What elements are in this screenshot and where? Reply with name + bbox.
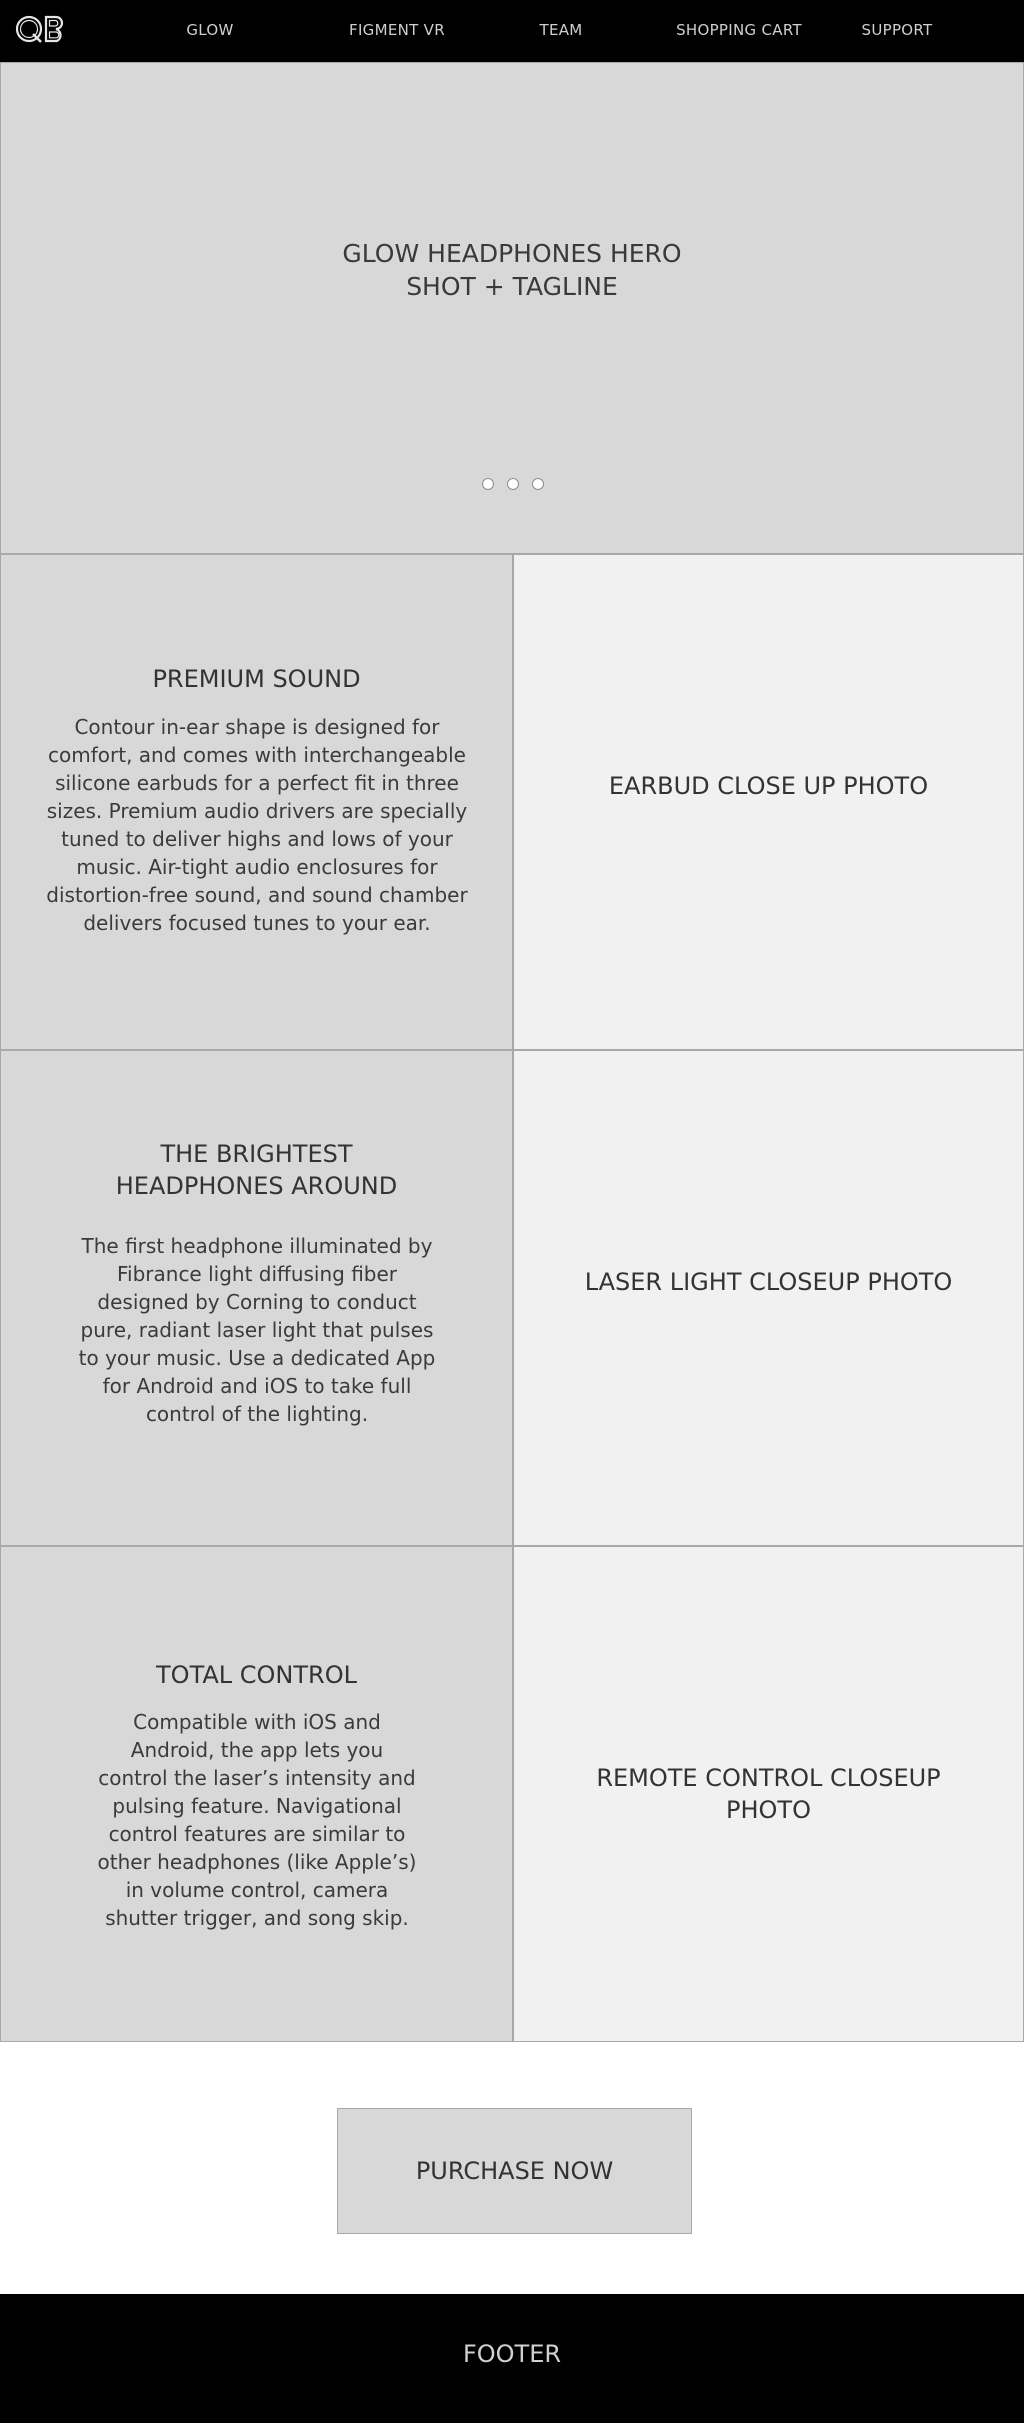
photo-placeholder-remote-control: REMOTE CONTROL CLOSEUP PHOTO — [513, 1546, 1024, 2042]
hero-line-1: GLOW HEADPHONES HERO — [342, 239, 682, 268]
feature-title: THE BRIGHTEST HEADPHONES AROUND — [1, 1138, 512, 1202]
photo-placeholder-laser-light: LASER LIGHT CLOSEUP PHOTO — [513, 1050, 1024, 1546]
hero-banner: GLOW HEADPHONES HERO SHOT + TAGLINE — [0, 62, 1024, 554]
photo-placeholder-label: REMOTE CONTROL CLOSEUP PHOTO — [514, 1762, 1023, 1826]
qb-logo[interactable] — [14, 12, 68, 48]
feature-text-cell: PREMIUM SOUND Contour in-ear shape is de… — [0, 554, 513, 1050]
purchase-now-button[interactable]: PURCHASE NOW — [337, 2108, 692, 2234]
photo-label-line: LASER LIGHT CLOSEUP PHOTO — [584, 1268, 953, 1296]
feature-title: TOTAL CONTROL — [1, 1659, 512, 1691]
footer-label: FOOTER — [462, 2340, 562, 2368]
feature-description: The first headphone illuminated by Fibra… — [78, 1234, 436, 1426]
feature-title-line: THE BRIGHTEST — [160, 1140, 353, 1168]
carousel-dot-2[interactable] — [507, 478, 519, 490]
nav-item-shopping-cart[interactable]: SHOPPING CART — [676, 0, 802, 62]
feature-title: PREMIUM SOUND — [1, 663, 512, 695]
nav-item-team[interactable]: TEAM — [539, 0, 582, 62]
footer: FOOTER — [0, 2294, 1024, 2423]
hero-line-2: SHOT + TAGLINE — [406, 272, 618, 301]
feature-title-line: PREMIUM SOUND — [152, 665, 361, 693]
photo-label-line: REMOTE CONTROL CLOSEUP — [596, 1764, 941, 1792]
photo-placeholder-label: EARBUD CLOSE UP PHOTO — [514, 770, 1023, 802]
photo-label-line: EARBUD CLOSE UP PHOTO — [608, 772, 929, 800]
hero-placeholder-text: GLOW HEADPHONES HERO SHOT + TAGLINE — [1, 237, 1023, 303]
feature-row-brightest: THE BRIGHTEST HEADPHONES AROUND The firs… — [0, 1050, 1024, 1546]
nav-item-figment-vr[interactable]: FIGMENT VR — [349, 0, 445, 62]
feature-text-cell: THE BRIGHTEST HEADPHONES AROUND The firs… — [0, 1050, 513, 1546]
carousel-dots — [482, 478, 544, 490]
feature-text-cell: TOTAL CONTROL Compatible with iOS and An… — [0, 1546, 513, 2042]
photo-placeholder-label: LASER LIGHT CLOSEUP PHOTO — [514, 1266, 1023, 1298]
feature-description: Compatible with iOS and Android, the app… — [97, 1710, 417, 1930]
feature-title-line: HEADPHONES AROUND — [115, 1172, 398, 1200]
top-nav: GLOW FIGMENT VR TEAM SHOPPING CART SUPPO… — [0, 0, 1024, 62]
photo-placeholder-earbud: EARBUD CLOSE UP PHOTO — [513, 554, 1024, 1050]
carousel-dot-3[interactable] — [532, 478, 544, 490]
feature-row-total-control: TOTAL CONTROL Compatible with iOS and An… — [0, 1546, 1024, 2042]
feature-description: Contour in-ear shape is designed for com… — [46, 715, 468, 935]
qb-logo-mark — [15, 15, 64, 43]
nav-item-support[interactable]: SUPPORT — [862, 0, 933, 62]
feature-title-line: TOTAL CONTROL — [156, 1661, 357, 1689]
feature-row-premium-sound: PREMIUM SOUND Contour in-ear shape is de… — [0, 554, 1024, 1050]
nav-item-glow[interactable]: GLOW — [186, 0, 233, 62]
carousel-dot-1[interactable] — [482, 478, 494, 490]
photo-label-line: PHOTO — [726, 1796, 811, 1824]
